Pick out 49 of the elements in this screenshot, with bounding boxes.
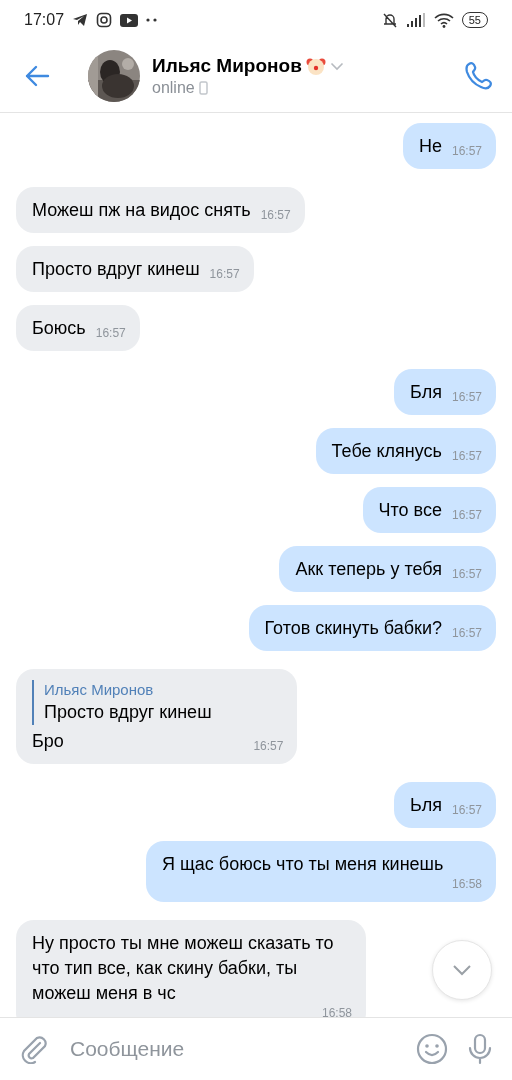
chevron-down-icon bbox=[452, 964, 472, 976]
message-text: Бля bbox=[410, 381, 442, 404]
bell-off-icon bbox=[381, 12, 398, 28]
phone-device-icon bbox=[198, 81, 208, 95]
message-text: Просто вдруг кинеш bbox=[32, 258, 200, 281]
message-text: Что все bbox=[378, 499, 442, 522]
message-time: 16:58 bbox=[320, 1006, 352, 1017]
message-text: Готов скинуть бабки? bbox=[264, 617, 442, 640]
message-text: Можеш пж на видос снять bbox=[32, 199, 251, 222]
message-time: 16:57 bbox=[450, 803, 482, 817]
microphone-icon bbox=[468, 1033, 492, 1065]
message-text: Ьля bbox=[409, 794, 442, 817]
message-time: 16:58 bbox=[450, 877, 482, 891]
smiley-icon bbox=[416, 1033, 448, 1065]
telegram-icon bbox=[72, 13, 89, 27]
status-time: 17:07 bbox=[24, 11, 65, 29]
message-text: Боюсь bbox=[32, 317, 86, 340]
paperclip-icon bbox=[20, 1034, 48, 1064]
emoji-button[interactable] bbox=[416, 1033, 448, 1065]
message-text: Акк теперь у тебя bbox=[295, 558, 442, 581]
instagram-icon bbox=[96, 12, 113, 28]
message-text: Я щас боюсь что ты меня кинешь bbox=[162, 853, 444, 876]
message-text: Тебе клянусь bbox=[331, 440, 442, 463]
message-time: 16:57 bbox=[259, 208, 291, 222]
voice-button[interactable] bbox=[468, 1033, 492, 1065]
message-time: 16:57 bbox=[94, 326, 126, 340]
message-text: Бро bbox=[32, 730, 64, 753]
message-time: 16:57 bbox=[450, 626, 482, 640]
message-time: 16:57 bbox=[450, 567, 482, 581]
quote-author: Ильяс Миронов bbox=[44, 680, 155, 700]
message-time: 16:57 bbox=[450, 390, 482, 404]
contact-name: Ильяс Миронов bbox=[152, 55, 302, 77]
chevron-down-icon[interactable] bbox=[329, 61, 344, 71]
message-time: 16:57 bbox=[208, 267, 240, 281]
youtube-icon bbox=[120, 13, 139, 27]
more-icon bbox=[146, 18, 159, 22]
message-text: Не bbox=[418, 135, 442, 158]
message-time: 16:57 bbox=[252, 739, 284, 753]
attach-button[interactable] bbox=[20, 1034, 48, 1064]
message-time: 16:57 bbox=[450, 144, 482, 158]
phone-icon bbox=[464, 61, 492, 91]
message-time: 16:57 bbox=[450, 449, 482, 463]
signal-icon bbox=[405, 13, 426, 27]
back-arrow-icon bbox=[24, 65, 50, 87]
quote-text: Просто вдруг кинеш bbox=[44, 701, 213, 724]
message-text: Ну просто ты мне можеш сказать то что тип все, как скину бабки, ты можеш меня в чс bbox=[32, 932, 335, 1005]
message-time: 16:57 bbox=[450, 508, 482, 522]
wifi-icon bbox=[433, 12, 454, 28]
online-status: online bbox=[152, 79, 195, 97]
